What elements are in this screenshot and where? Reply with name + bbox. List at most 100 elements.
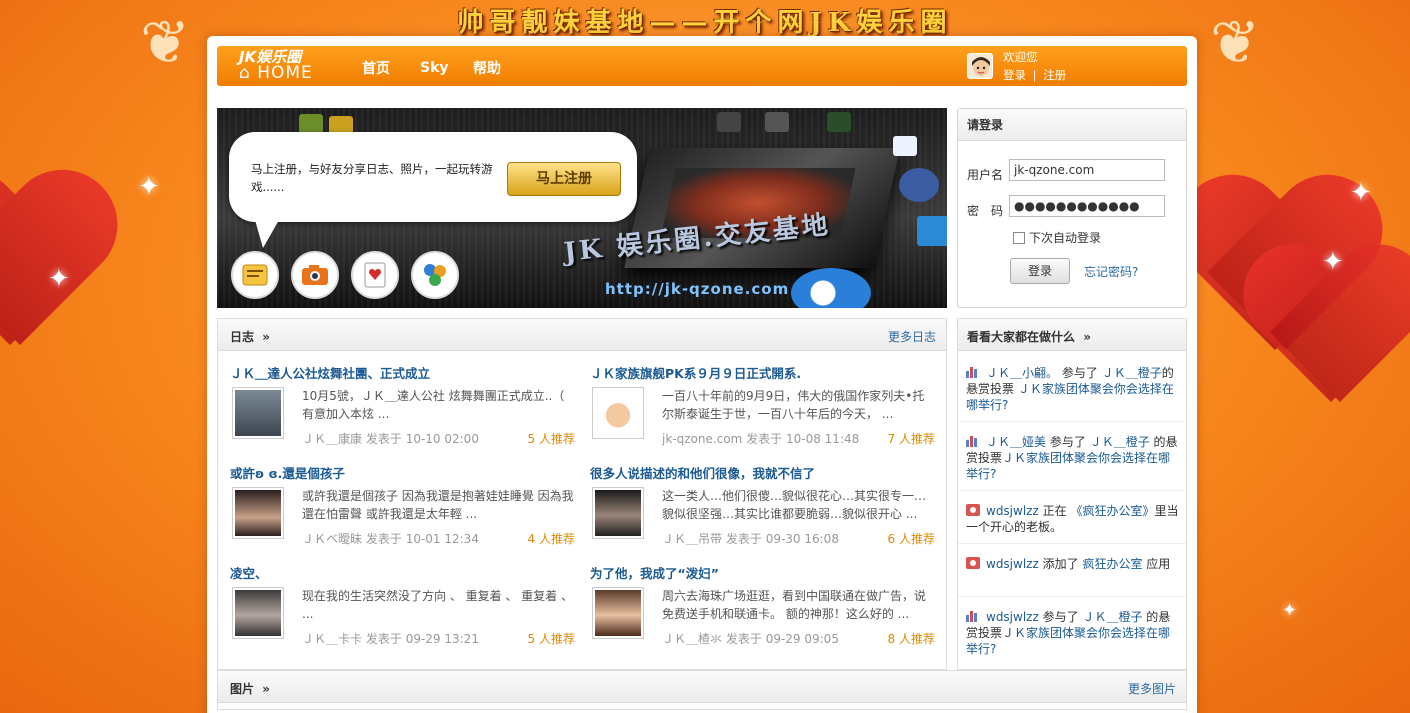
activity-verb: 正在 (1042, 504, 1067, 518)
app-icon (966, 557, 980, 569)
activity-verb: 参与了 (1042, 610, 1079, 624)
blog-post-thumbnail[interactable] (232, 487, 284, 539)
activity-item: wdsjwlzz 参与了 ＪＫ＿橙子 的悬赏投票ＪＫ家族团体聚会你会选择在哪举行… (966, 609, 1180, 657)
username-input[interactable] (1009, 159, 1165, 181)
activity-user-link[interactable]: ＪＫ＿娅美 (986, 435, 1046, 449)
blog-post-title[interactable]: ＪＫ＿達人公社炫舞社團、正式成立 (230, 363, 430, 382)
activity-target-link[interactable]: ＪＫ＿橙子 (1082, 610, 1142, 624)
blog-title-text: 日志 (230, 330, 255, 344)
divider (958, 490, 1186, 491)
sparkle-icon: ✦ (48, 264, 70, 294)
blog-post-excerpt: 10月5號，ＪＫ＿達人公社 炫舞舞團正式成立..（ 有意加入本炫 ... (302, 389, 565, 421)
apps-icon[interactable] (411, 251, 459, 299)
more-photos-link[interactable]: 更多图片 (1128, 680, 1176, 697)
activity-target-link[interactable]: ＪＫ＿橙子 (1090, 435, 1150, 449)
new-email-icon (893, 136, 917, 156)
activity-user-link[interactable]: ＪＫ＿小翩。 (986, 366, 1058, 380)
activity-item: ＪＫ＿娅美 参与了 ＪＫ＿橙子 的悬赏投票ＪＫ家族团体聚会你会选择在哪举行? (966, 434, 1180, 482)
nav-item-home[interactable]: 首页 (362, 58, 390, 78)
post-author[interactable]: ＪＫ＿吊带 (662, 532, 722, 546)
blog-post-thumbnail[interactable] (592, 587, 644, 639)
activity-target-link[interactable]: 疯狂办公室 (1082, 557, 1142, 571)
double-arrow-icon: » (262, 682, 270, 696)
activity-target-link[interactable]: ＪＫ＿橙子 (1102, 366, 1162, 380)
blog-post-meta: jk-qzone.com 发表于 10-08 11:48 (662, 430, 859, 447)
post-author[interactable]: ＪＫ＿康康 (302, 432, 362, 446)
post-time: 09-29 13:21 (405, 632, 479, 646)
blog-post-excerpt: 这一类人…他们很傻…貌似很花心…其实很专一…貌似很坚强…其实比谁都要脆弱…貌似很… (662, 489, 927, 521)
activity-item: wdsjwlzz 添加了 疯狂办公室 应用 (966, 556, 1180, 572)
blog-icon[interactable] (231, 251, 279, 299)
activity-title[interactable]: 看看大家都在做什么 » (967, 328, 1091, 345)
blog-post-thumbnail[interactable] (592, 387, 644, 439)
post-recommend-count[interactable]: 5 人推荐 (528, 630, 575, 647)
blog-post-excerpt: 一百八十年前的9月9日，伟大的俄国作家列夫•托尔斯泰诞生于世，一百八十年后的今天… (662, 389, 925, 421)
bubble-tail (255, 220, 279, 248)
forgot-password-link[interactable]: 忘记密码? (1084, 263, 1138, 280)
blog-post-title[interactable]: 凌空、 (230, 563, 268, 582)
nav-item-help[interactable]: 帮助 (473, 58, 501, 78)
app-icon (917, 216, 947, 246)
blog-post-thumbnail[interactable] (232, 587, 284, 639)
post-time: 09-29 09:05 (765, 632, 839, 646)
blog-section-title[interactable]: 日志 » (230, 328, 270, 345)
logo-home-text: ⌂ HOME (239, 63, 313, 83)
post-published-label: 发表于 (746, 432, 783, 446)
more-blogs-link[interactable]: 更多日志 (888, 328, 936, 345)
login-button[interactable]: 登录 (1010, 258, 1070, 284)
activity-item: ＪＫ＿小翩。 参与了 ＪＫ＿橙子的悬赏投票 ＪＫ家族团体聚会你会选择在哪举行? (966, 365, 1180, 413)
site-logo[interactable]: JK娱乐圈 ⌂ HOME (239, 49, 313, 83)
post-author[interactable]: jk-qzone.com (662, 432, 742, 446)
remember-checkbox[interactable] (1013, 231, 1025, 244)
blog-post-meta: ＪＫ＿康康 发表于 10-10 02:00 (302, 430, 479, 447)
blog-post-title[interactable]: ＪＫ家族旗舰PK系９月９日正式開系. (590, 363, 801, 382)
activity-verb: 添加了 (1042, 557, 1079, 571)
password-input[interactable] (1009, 195, 1165, 217)
post-time: 10-08 11:48 (785, 432, 860, 446)
remember-me[interactable]: 下次自动登录 (1013, 229, 1101, 246)
post-time: 10-01 12:34 (405, 532, 479, 546)
activity-user-link[interactable]: wdsjwlzz (986, 504, 1039, 518)
post-recommend-count[interactable]: 8 人推荐 (888, 630, 935, 647)
sparkle-icon: ✦ (1350, 178, 1372, 208)
register-now-button[interactable]: 马上注册 (507, 162, 621, 196)
post-published-label: 发表于 (725, 632, 762, 646)
activity-item: wdsjwlzz 正在 《疯狂办公室》里当一个开心的老板。 (966, 503, 1180, 535)
activity-user-link[interactable]: wdsjwlzz (986, 610, 1039, 624)
post-recommend-count[interactable]: 7 人推荐 (888, 430, 935, 447)
app-icon (827, 112, 851, 132)
poll-icon (966, 366, 980, 378)
promo-banner: JK 娱乐圈.交友基地 http://jk-qzone.com 马上注册，与好友… (217, 108, 947, 308)
blog-post-meta: ＪＫベ曖昧 发表于 10-01 12:34 (302, 530, 479, 547)
user-welcome-area: 欢迎您 登录 | 注册 (1003, 48, 1123, 84)
photos-section-title[interactable]: 图片 » (230, 680, 270, 697)
activity-user-link[interactable]: wdsjwlzz (986, 557, 1039, 571)
app-icon (966, 504, 980, 516)
post-recommend-count[interactable]: 5 人推荐 (528, 430, 575, 447)
poll-icon (966, 610, 980, 622)
card-game-icon[interactable] (351, 251, 399, 299)
auth-links: 登录 | 注册 (1003, 66, 1123, 84)
activity-target-link[interactable]: 《疯狂办公室》 (1070, 504, 1154, 518)
blog-section: 日志 » 更多日志 ＪＫ＿達人公社炫舞社團、正式成立 10月5號，ＪＫ＿達人公社… (217, 318, 947, 670)
post-recommend-count[interactable]: 4 人推荐 (528, 530, 575, 547)
post-recommend-count[interactable]: 6 人推荐 (888, 530, 935, 547)
blog-post-thumbnail[interactable] (592, 487, 644, 539)
blog-post-meta: ＪＫ＿卡卡 发表于 09-29 13:21 (302, 630, 479, 647)
post-author[interactable]: ＪＫベ曖昧 (302, 532, 362, 546)
nav-item-sky[interactable]: Sky (420, 60, 449, 76)
blog-post-meta: ＪＫ＿楂氺 发表于 09-29 09:05 (662, 630, 839, 647)
home-icon: ⌂ (239, 63, 251, 83)
post-author[interactable]: ＪＫ＿楂氺 (662, 632, 722, 646)
blog-post-thumbnail[interactable] (232, 387, 284, 439)
login-link[interactable]: 登录 (1003, 68, 1026, 82)
logo-home-label: HOME (257, 63, 313, 83)
app-icon (717, 112, 741, 132)
login-panel: 请登录 用户名 密 码 下次自动登录 登录 忘记密码? (957, 108, 1187, 308)
blog-post-title[interactable]: 为了他，我成了“泼妇” (590, 563, 719, 582)
post-author[interactable]: ＪＫ＿卡卡 (302, 632, 362, 646)
blog-post-title[interactable]: 很多人说描述的和他们很像，我就不信了 (590, 463, 815, 482)
register-link[interactable]: 注册 (1043, 68, 1066, 82)
camera-icon[interactable] (291, 251, 339, 299)
blog-post-title[interactable]: 或許ʚ ɞ.還是個孩子 (230, 463, 345, 482)
